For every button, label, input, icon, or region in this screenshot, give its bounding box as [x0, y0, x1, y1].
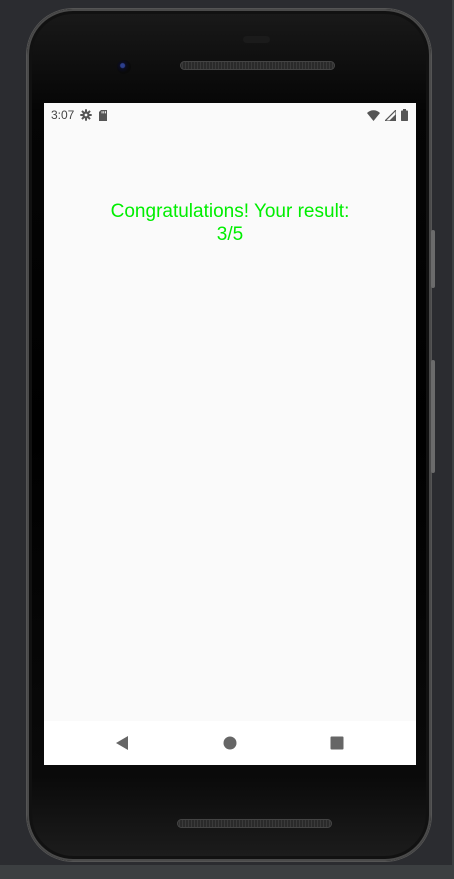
back-icon[interactable] [113, 734, 131, 752]
status-clock: 3:07 [51, 108, 75, 122]
status-bar: 3:07 [44, 103, 416, 127]
navigation-bar [44, 721, 416, 765]
volume-button[interactable] [431, 230, 435, 288]
cell-signal-icon [385, 109, 396, 121]
status-right-group [367, 109, 408, 121]
result-message: Congratulations! Your result: 3/5 [110, 201, 350, 245]
recents-icon[interactable] [328, 734, 346, 752]
gear-icon [80, 109, 93, 121]
status-left-group: 3:07 [51, 108, 108, 122]
bottom-speaker-grille [177, 819, 332, 828]
ide-status-strip [0, 865, 454, 879]
front-camera-icon [117, 60, 131, 74]
home-icon[interactable] [221, 734, 239, 752]
wifi-icon [367, 109, 380, 121]
sd-card-icon [98, 109, 108, 121]
proximity-sensor [243, 36, 270, 43]
battery-icon [401, 109, 408, 121]
top-speaker-grille [180, 61, 335, 70]
device-screen: 3:07 Congratulations! Your result: 3/5 [44, 103, 416, 765]
power-button[interactable] [431, 360, 435, 473]
